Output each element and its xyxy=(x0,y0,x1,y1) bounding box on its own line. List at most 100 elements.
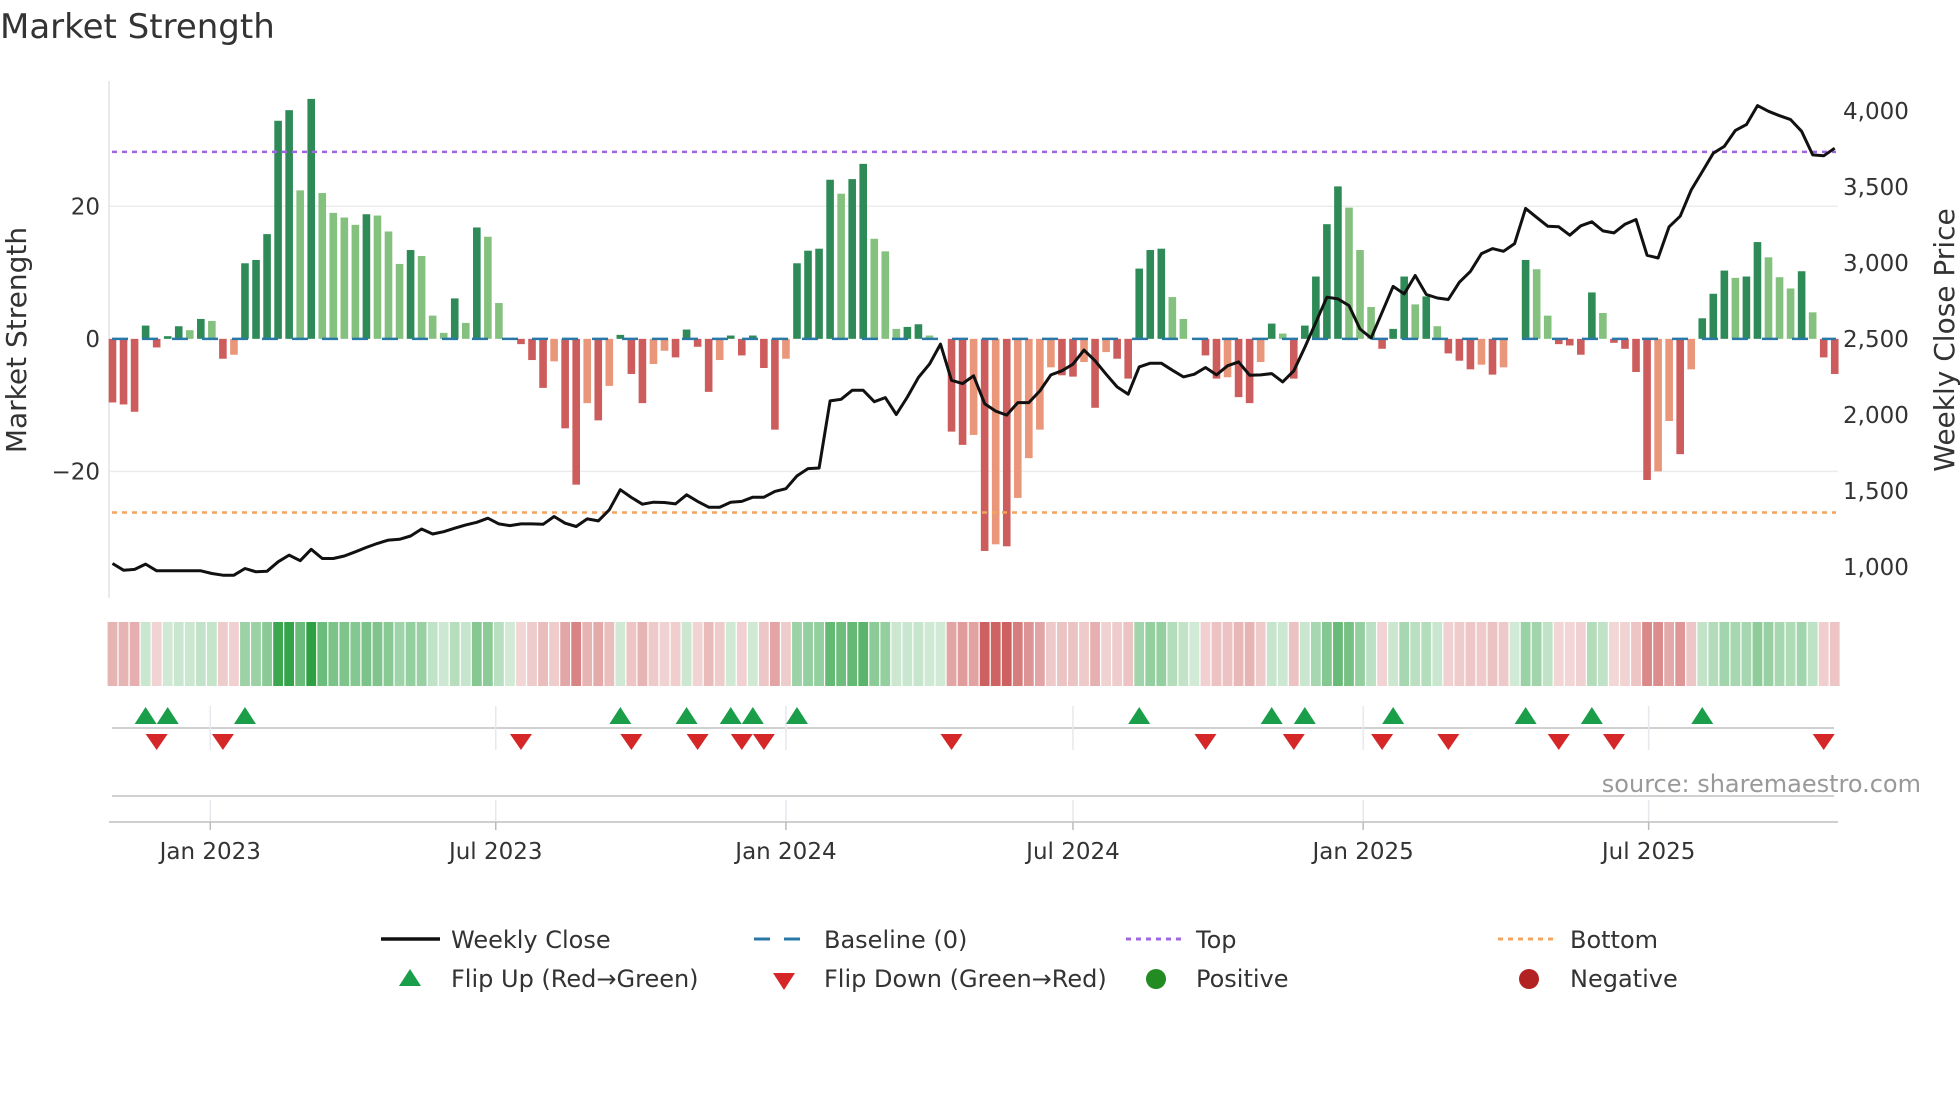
strength-bar xyxy=(406,250,415,339)
x-tick-label: Jan 2024 xyxy=(733,839,836,865)
strength-bar xyxy=(1444,338,1453,354)
flip-down-marker xyxy=(940,734,963,750)
strength-bar xyxy=(1720,270,1729,339)
flip-up-marker xyxy=(785,707,808,724)
heat-cell xyxy=(1586,622,1597,686)
heat-cell xyxy=(1299,622,1310,686)
strength-bar xyxy=(351,224,360,339)
heat-cell xyxy=(251,622,261,686)
strength-bar xyxy=(163,336,172,339)
heat-cell xyxy=(880,622,891,686)
heat-cell xyxy=(240,622,250,686)
heat-cell xyxy=(416,622,427,686)
strength-bar xyxy=(627,338,636,374)
heat-cell xyxy=(1708,622,1719,686)
heat-cell xyxy=(626,622,637,686)
strength-bar xyxy=(1577,338,1585,355)
heat-cell xyxy=(1564,622,1575,686)
strength-bar xyxy=(1455,338,1464,361)
flip-down-marker xyxy=(1371,734,1394,750)
strength-bar xyxy=(1400,276,1408,339)
flip-up-marker xyxy=(1514,707,1537,724)
heat-cell xyxy=(306,622,317,686)
heat-cell xyxy=(1487,622,1498,686)
heat-cell xyxy=(836,622,847,686)
legend-label: Negative xyxy=(1570,965,1678,993)
heat-cell xyxy=(814,622,824,686)
heat-cell xyxy=(924,622,935,686)
flip-up-marker xyxy=(1382,707,1405,724)
y2-tick-label: 1,500 xyxy=(1843,479,1909,505)
heat-cell xyxy=(1034,622,1045,686)
strength-bars xyxy=(108,98,1839,551)
heat-cell xyxy=(1211,622,1222,686)
strength-bar xyxy=(1764,257,1773,339)
strength-bar xyxy=(174,326,183,339)
legend: Weekly Close Baseline (0) Top Bottom Fli… xyxy=(381,926,1678,993)
flip-down-marker xyxy=(1437,734,1460,750)
heat-cell xyxy=(1112,622,1123,686)
strength-bar xyxy=(1588,292,1596,339)
legend-label: Positive xyxy=(1196,965,1289,993)
heat-cell xyxy=(361,622,372,686)
heat-cell xyxy=(1156,622,1167,686)
strength-bar xyxy=(263,234,271,339)
legend-item-bottom: Bottom xyxy=(1498,926,1658,954)
strength-bar xyxy=(715,338,724,361)
y2-tick-label: 2,500 xyxy=(1843,327,1909,353)
flip-up-marker xyxy=(1580,707,1603,724)
strength-bar xyxy=(671,338,680,358)
heat-cell xyxy=(637,622,648,686)
y-tick-label: 0 xyxy=(85,327,100,353)
strength-bar xyxy=(130,338,139,412)
strength-bar xyxy=(152,338,161,348)
heat-cell xyxy=(1388,622,1399,686)
strength-bar xyxy=(583,338,592,404)
heat-cell xyxy=(339,622,350,686)
flip-down-marker xyxy=(145,734,168,750)
strength-bar xyxy=(1808,312,1817,339)
strength-heat-strip xyxy=(107,622,1840,686)
heat-cell xyxy=(1642,622,1652,686)
heat-cell xyxy=(1288,622,1299,686)
strength-bar xyxy=(362,214,371,339)
heat-cell xyxy=(1796,622,1807,686)
heat-cell xyxy=(317,622,328,686)
heat-cell xyxy=(350,622,361,686)
heat-cell xyxy=(1542,622,1553,686)
strength-bar xyxy=(1709,293,1718,339)
heat-cell xyxy=(604,622,615,686)
heat-cell xyxy=(1686,622,1697,686)
y2-tick-label: 2,000 xyxy=(1843,403,1909,429)
heat-cell xyxy=(946,622,957,686)
heat-cell xyxy=(869,622,880,686)
strength-bar xyxy=(329,212,338,339)
heat-cell xyxy=(173,622,184,686)
heat-cell xyxy=(229,622,239,686)
strength-bar xyxy=(1334,186,1342,339)
heat-cell xyxy=(1620,622,1630,686)
heat-cell xyxy=(1123,622,1134,686)
strength-bar xyxy=(119,338,128,405)
heat-cell xyxy=(1443,622,1454,686)
heat-cell xyxy=(1531,622,1542,686)
heat-cell xyxy=(891,622,902,686)
heat-cell xyxy=(1134,622,1145,686)
heat-cell xyxy=(1266,622,1277,686)
left-axis-ticks: −20 0 20 xyxy=(51,194,100,485)
heat-cell xyxy=(1598,622,1608,686)
strength-bar xyxy=(318,193,327,339)
strength-bar xyxy=(219,338,227,359)
strength-bar xyxy=(1411,304,1420,339)
heat-cell xyxy=(681,622,692,686)
strength-bar xyxy=(826,179,834,339)
heat-cell xyxy=(1222,622,1233,686)
flip-up-marker xyxy=(1128,707,1151,724)
heat-cell xyxy=(471,622,482,686)
heat-cell xyxy=(1719,622,1730,686)
flip-down-marker xyxy=(1812,734,1835,750)
heat-cell xyxy=(593,622,604,686)
heat-cell xyxy=(1012,622,1023,686)
heat-cell xyxy=(151,622,162,686)
flip-signal-panel xyxy=(112,706,1835,822)
